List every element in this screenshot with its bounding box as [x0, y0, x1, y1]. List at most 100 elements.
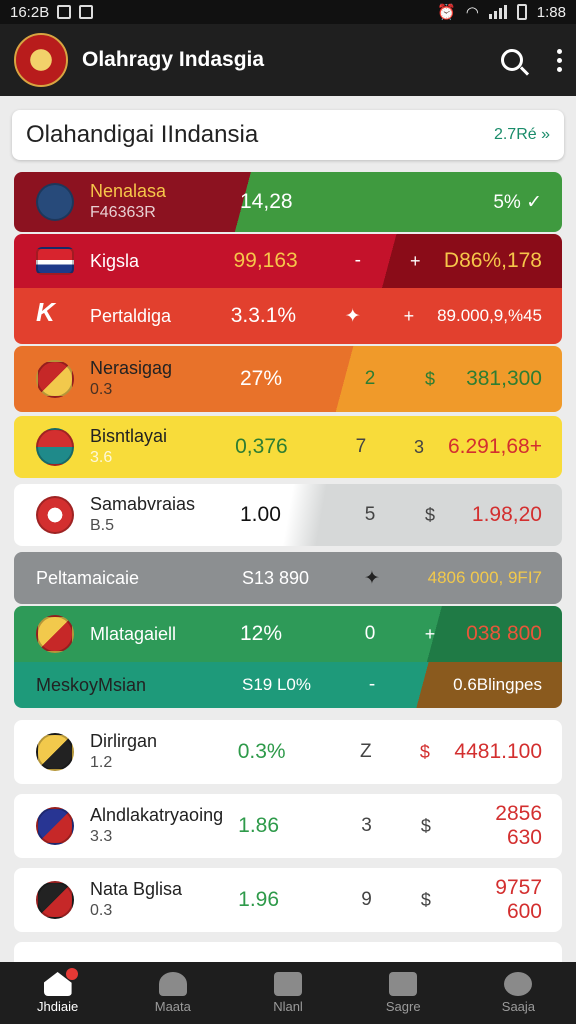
notification-icon	[57, 5, 72, 19]
team-badge-icon	[36, 360, 74, 398]
value-trend: 9	[361, 889, 372, 910]
nav-label: Nlanl	[273, 999, 303, 1014]
nav-home[interactable]: Jhdiaie	[0, 962, 115, 1024]
team-name: Alndlakatryaoing	[90, 805, 224, 825]
team-sub: F46363R	[90, 204, 156, 221]
team-sub: 0.3	[90, 381, 113, 398]
value-total: 038 800	[466, 622, 542, 645]
nav-label: Jhdiaie	[37, 999, 79, 1014]
store-icon	[389, 972, 418, 996]
value-trend: 2	[364, 368, 376, 389]
value-sign: $	[424, 368, 435, 389]
team-name: Bisntlayai	[90, 426, 168, 446]
bottom-nav: Jhdiaie Maata Nlanl Sagre Saaja	[0, 962, 576, 1024]
list-item[interactable]: Dirlirgan 1.2 0.3% Z $ 4481.100	[14, 720, 562, 784]
image-icon	[79, 5, 94, 19]
alarm-icon: ⏰	[437, 4, 456, 21]
team-name: Kigsla	[90, 250, 140, 271]
list-item[interactable]: Nenalasa F46363R 14,28 5% ✓	[14, 172, 562, 232]
team-badge-icon	[36, 881, 74, 919]
value-sign: $	[420, 815, 431, 836]
value-sign: +	[403, 305, 415, 326]
value-trend: 7	[355, 436, 367, 457]
team-sub: B.5	[90, 517, 115, 534]
battery-icon	[516, 4, 527, 20]
nav-profile[interactable]: Maata	[115, 962, 230, 1024]
team-name: Nenalasa	[90, 181, 167, 201]
nav-user[interactable]: Saaja	[461, 962, 576, 1024]
star-icon: ✦	[364, 567, 380, 589]
list-item[interactable]: Bisntlayai 3.6 0,376 7 3 6.291,68+	[14, 416, 562, 478]
value-trend: 5	[364, 504, 376, 525]
notification-dot	[65, 968, 78, 980]
list-item[interactable]: Samabvraias B.5 1.00 5 $ 1.98,20	[14, 484, 562, 546]
value-sign: $	[420, 889, 431, 910]
team-name: Dirlirgan	[90, 731, 158, 751]
value-total: 1.98,20	[471, 503, 542, 526]
team-badge-icon	[36, 183, 74, 221]
more-options-icon[interactable]	[557, 48, 562, 72]
value-total: 6.291,68+	[447, 435, 542, 458]
nav-cards[interactable]: Nlanl	[230, 962, 345, 1024]
status-time-left: 16:2B	[10, 3, 50, 21]
list-item[interactable]: Mlatagaiell 12% 0 + 038 800	[14, 606, 562, 662]
star-icon: ✦	[344, 305, 361, 327]
search-icon[interactable]	[501, 49, 523, 71]
status-time-right: 1:88	[536, 3, 566, 21]
value-total: 2856 630	[495, 802, 542, 849]
team-badge-icon	[36, 496, 74, 534]
list-item[interactable]: Nerasigag 0.3 27% 2 $ 381,300	[14, 346, 562, 412]
value-total: 0.6Blingpes	[453, 675, 542, 694]
team-badge-icon	[36, 733, 74, 771]
profile-icon	[158, 972, 187, 996]
value-sign: $	[424, 504, 435, 525]
value-total: 4806 000, 9FI7	[427, 568, 542, 587]
value-trend: -	[354, 250, 361, 271]
team-badge-icon	[36, 428, 74, 466]
list-item[interactable]: Alndlakatryaoing 3.3 1.86 3 $ 2856 630	[14, 794, 562, 858]
wifi-icon: ◠	[465, 4, 479, 21]
value-sign: +	[424, 623, 436, 644]
status-bar: 16:2B ⏰ ◠ 1:88	[0, 0, 576, 24]
list-item[interactable]: Peltamaicaie S13 890 ✦ 4806 000, 9FI7	[14, 552, 562, 604]
value-primary: 3.3.1%	[230, 304, 297, 327]
value-primary: 27%	[240, 367, 283, 390]
value-total: 9757 600	[495, 876, 542, 923]
value-primary: 12%	[240, 622, 283, 645]
list-item[interactable]: Kigsla 99,163 - + D86%,178	[14, 234, 562, 288]
value-change: 5% ✓	[493, 191, 542, 213]
flag-icon	[36, 247, 74, 275]
value-primary: S19 L0%	[242, 675, 311, 694]
list-item[interactable]: Nata Bglisa 0.3 1.96 9 $ 9757 600	[14, 868, 562, 932]
value-primary: 1.86	[238, 814, 280, 837]
brand-logo-icon: K	[36, 297, 55, 327]
signal-icon	[488, 5, 507, 19]
team-name: MeskoyMsian	[36, 674, 147, 695]
value-total: 89.000,9,%45	[437, 306, 542, 325]
list-item[interactable]: K Pertaldiga 3.3.1% ✦ + 89.000,9,%45	[14, 288, 562, 344]
value-total: 4481.100	[454, 740, 542, 763]
value-primary: 1.00	[240, 503, 281, 526]
value-trend: Z	[359, 741, 372, 762]
app-logo	[14, 33, 68, 87]
value-sign: +	[409, 250, 421, 271]
value-sign: $	[419, 741, 430, 762]
nav-label: Saaja	[501, 999, 536, 1014]
team-name: Samabvraias	[90, 494, 196, 514]
cards-icon	[274, 972, 302, 996]
list-item[interactable]: MeskoyMsian S19 L0% - 0.6Blingpes	[14, 662, 562, 708]
value-primary: 1.96	[238, 888, 280, 911]
team-badge-icon	[36, 807, 74, 845]
value-trend: -	[368, 674, 376, 695]
team-name: Mlatagaiell	[90, 623, 177, 644]
team-sub: 1.2	[90, 754, 113, 771]
nav-store[interactable]: Sagre	[346, 962, 461, 1024]
section-title: Olahandigai IIndansia	[26, 121, 259, 148]
team-name: Nerasigag	[90, 358, 173, 378]
section-link[interactable]: 2.7Ré »	[494, 126, 550, 144]
nav-label: Maata	[154, 999, 191, 1014]
team-badge-icon	[36, 615, 74, 653]
user-icon	[504, 972, 533, 996]
team-name: Peltamaicaie	[36, 567, 140, 588]
app-title: Olahragy Indasgia	[82, 48, 265, 71]
